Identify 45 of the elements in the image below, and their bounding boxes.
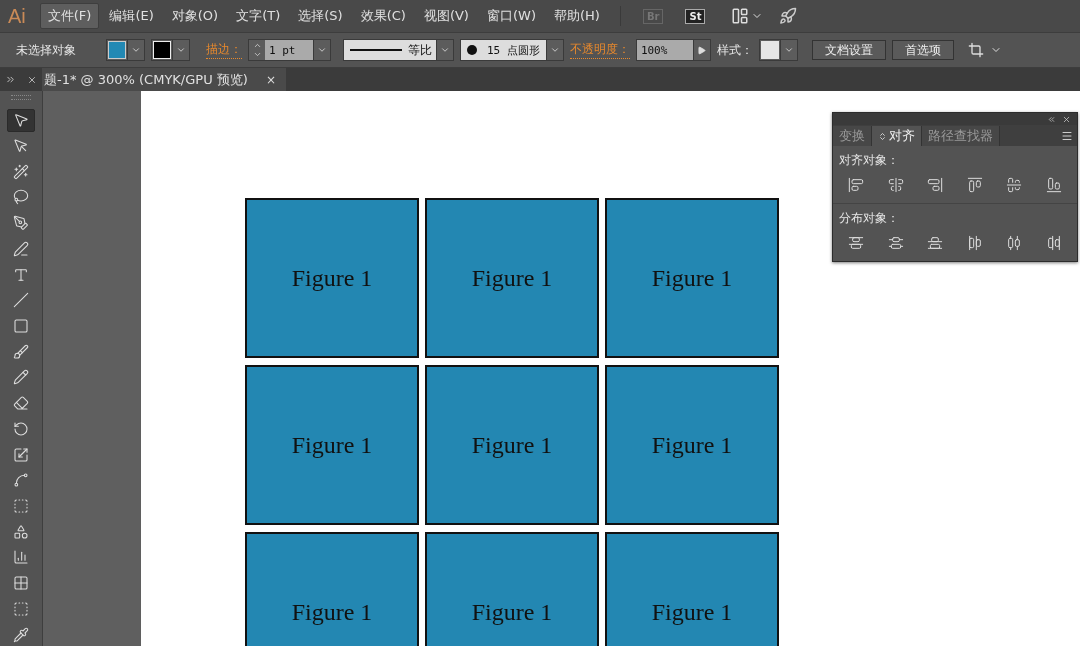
menu-item[interactable]: 文字(T) — [228, 3, 289, 29]
collapse-icon[interactable] — [1047, 114, 1056, 124]
figure-label: Figure 1 — [471, 431, 553, 459]
toolbar-button[interactable]: 文档设置 — [811, 40, 886, 60]
document-tab[interactable]: 题-1* @ 300% (CMYK/GPU 预览) × — [42, 68, 286, 91]
app-logo: Ai — [8, 4, 26, 28]
figure-label: Figure 1 — [471, 264, 553, 292]
menu-item[interactable]: 效果(C) — [352, 3, 414, 29]
section-title: 对齐对象： — [839, 152, 900, 169]
close-icon[interactable] — [1062, 114, 1071, 124]
menu-item[interactable]: 窗口(W) — [478, 3, 544, 29]
toolbar-button[interactable]: 首选项 — [891, 40, 954, 60]
expand-icon[interactable] — [5, 74, 17, 85]
figure-label: Figure 1 — [651, 264, 733, 292]
menu-item[interactable]: 视图(V) — [415, 3, 477, 29]
panel-tab[interactable]: 对齐 — [872, 126, 922, 146]
opacity-field[interactable]: 100% — [635, 39, 711, 61]
figure-label: Figure 1 — [291, 264, 373, 292]
fill-color-dropdown[interactable] — [106, 39, 145, 61]
figure-label: Figure 1 — [291, 431, 373, 459]
section-title: 分布对象： — [839, 210, 900, 227]
brush-dropdown[interactable]: 15 点圆形 — [460, 39, 564, 61]
close-icon[interactable] — [26, 74, 37, 85]
rocket-icon[interactable] — [779, 7, 798, 25]
panel-menu-icon[interactable] — [1061, 129, 1073, 142]
play-icon[interactable] — [697, 45, 707, 55]
figure-label: Figure 1 — [291, 598, 373, 626]
close-tab-button[interactable]: × — [265, 72, 276, 87]
figure-label: Figure 1 — [651, 431, 733, 459]
menu-item[interactable]: 编辑(E) — [101, 3, 162, 29]
graphic-style-dropdown[interactable] — [758, 39, 798, 61]
selection-status: 未选择对象 — [16, 41, 76, 59]
figure-label: Figure 1 — [471, 598, 553, 626]
stroke-profile-dropdown[interactable]: 等比 — [343, 39, 454, 61]
stroke-color-dropdown[interactable] — [151, 39, 190, 61]
menu-item[interactable]: 对象(O) — [163, 3, 227, 29]
up-down-arrows-icon — [878, 131, 887, 141]
menu-item[interactable]: 帮助(H) — [545, 3, 608, 29]
app-button[interactable]: St — [685, 8, 706, 24]
layout-icon[interactable] — [731, 7, 750, 25]
figure-label: Figure 1 — [651, 598, 733, 626]
style-label: 样式： — [716, 41, 753, 59]
menu-item[interactable]: 文件(F) — [39, 3, 100, 29]
menu-item[interactable]: 选择(S) — [290, 3, 351, 29]
stroke-weight-field[interactable]: 1 pt — [248, 39, 331, 61]
